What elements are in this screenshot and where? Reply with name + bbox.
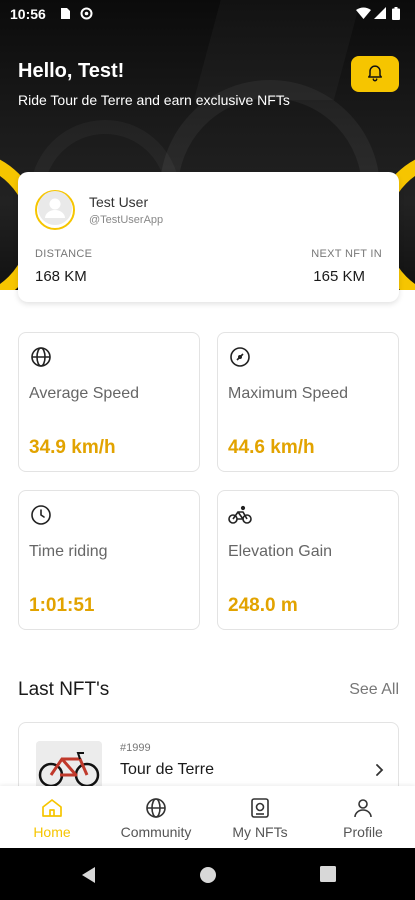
wifi-icon: [356, 7, 371, 22]
nft-icon: [248, 796, 272, 820]
bottom-navigation: Home Community My NFTs Profile: [0, 786, 415, 848]
last-nfts-title: Last NFT's: [18, 679, 110, 700]
notifications-button[interactable]: [351, 56, 399, 92]
nav-label: Home: [33, 824, 71, 840]
nav-label: My NFTs: [232, 824, 288, 840]
metric-card-maximum-speed[interactable]: Maximum Speed 44.6 km/h: [217, 332, 399, 472]
home-circle-icon[interactable]: [199, 866, 217, 889]
greeting-title: Hello, Test!: [18, 60, 125, 82]
system-navigation-bar: [0, 848, 415, 900]
clock-icon: [29, 503, 53, 527]
nav-label: Profile: [343, 824, 383, 840]
sim-card-icon: [60, 7, 71, 23]
metric-value: 34.9 km/h: [29, 437, 116, 458]
globe-icon: [29, 345, 53, 369]
bicycle-icon: [228, 503, 252, 527]
next-nft-value: 165 KM: [313, 268, 365, 285]
signal-icon: [374, 7, 386, 22]
status-time: 10:56: [10, 6, 46, 22]
home-icon: [40, 796, 64, 820]
metric-label: Elevation Gain: [228, 543, 333, 560]
nft-name: Tour de Terre: [120, 761, 214, 778]
globe-icon: [144, 796, 168, 820]
bell-icon: [365, 62, 385, 87]
speedometer-icon: [228, 345, 252, 369]
recents-icon[interactable]: [320, 866, 336, 887]
status-bar: 10:56: [0, 0, 415, 28]
nav-item-home[interactable]: Home: [0, 786, 104, 848]
metric-label: Maximum Speed: [228, 385, 349, 402]
next-nft-label: NEXT NFT IN: [311, 248, 382, 260]
nft-number: #1999: [120, 742, 151, 754]
user-name: Test User: [89, 194, 149, 210]
distance-label: DISTANCE: [35, 248, 93, 260]
metric-label: Average Speed: [29, 385, 140, 402]
greeting-subtitle: Ride Tour de Terre and earn exclusive NF…: [18, 92, 290, 108]
user-handle: @TestUserApp: [89, 214, 164, 226]
sync-icon: [80, 7, 93, 23]
metric-value: 44.6 km/h: [228, 437, 315, 458]
metric-card-average-speed[interactable]: Average Speed 34.9 km/h: [18, 332, 200, 472]
metric-card-elevation-gain[interactable]: Elevation Gain 248.0 m: [217, 490, 399, 630]
metric-value: 1:01:51: [29, 595, 95, 616]
metric-value: 248.0 m: [228, 595, 298, 616]
profile-card[interactable]: Test User @TestUserApp DISTANCE 168 KM N…: [18, 172, 399, 302]
person-icon: [351, 796, 375, 820]
user-avatar-icon: [37, 190, 73, 231]
back-icon[interactable]: [80, 866, 96, 889]
chevron-right-icon: [374, 763, 384, 782]
nav-label: Community: [120, 824, 192, 840]
avatar: [35, 190, 75, 230]
metric-label: Time riding: [29, 543, 108, 560]
distance-value: 168 KM: [35, 268, 87, 285]
battery-icon: [392, 7, 400, 23]
nav-item-profile[interactable]: Profile: [311, 786, 415, 848]
nav-item-community[interactable]: Community: [104, 786, 208, 848]
see-all-link[interactable]: See All: [349, 681, 399, 699]
metric-card-time-riding[interactable]: Time riding 1:01:51: [18, 490, 200, 630]
nav-item-my-nfts[interactable]: My NFTs: [208, 786, 312, 848]
